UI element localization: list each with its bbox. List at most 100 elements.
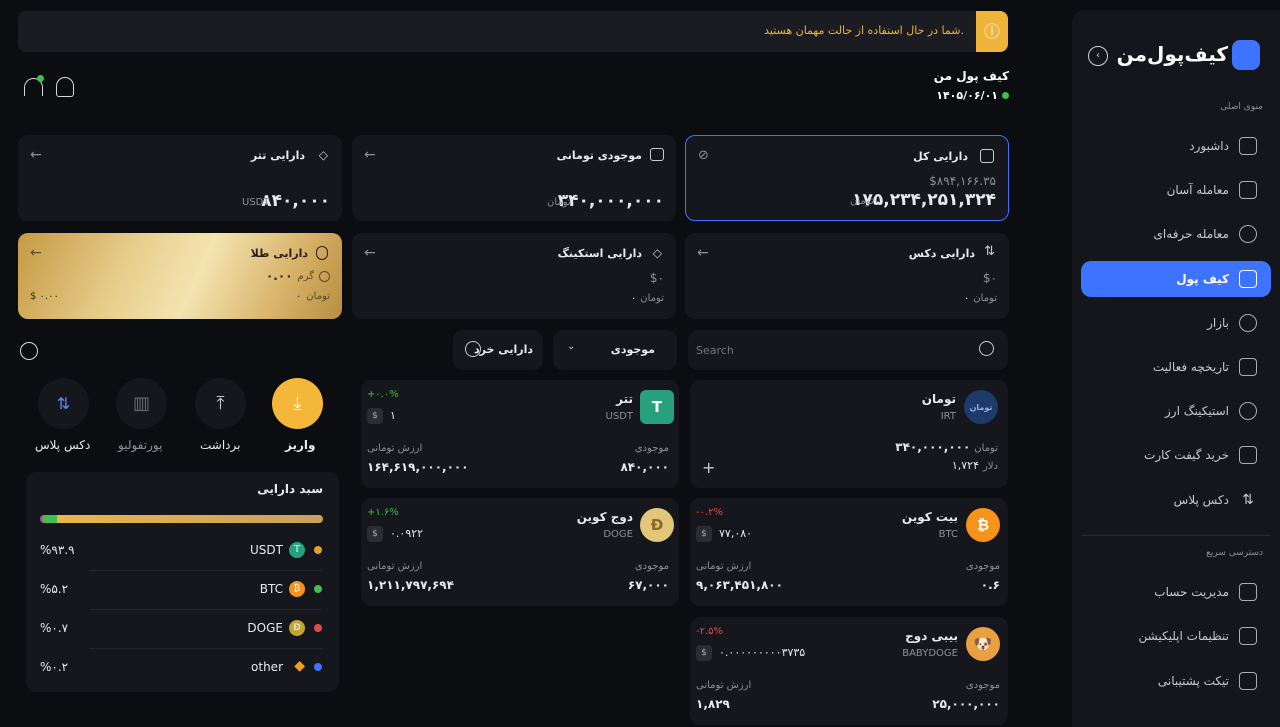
bell-icon[interactable] — [56, 77, 74, 97]
arrow-left-icon[interactable]: ← — [364, 245, 376, 261]
sidebar-item-easy-trade[interactable]: معامله آسان — [1081, 172, 1271, 208]
small-assets-toggle[interactable]: دارایی خرد — [453, 330, 543, 370]
coin-change: +۱.۶% — [367, 507, 399, 518]
dex-plus-button[interactable]: ⇅ — [38, 378, 89, 429]
legend-dot-btc — [314, 585, 322, 593]
deposit-label: واریز — [285, 438, 316, 452]
plus-icon[interactable]: + — [702, 458, 715, 477]
coin-card-usdt[interactable]: T تتر USDT +۰.۰% $ ۱ موجودی ۸۴۰,۰۰۰ ارزش… — [361, 380, 679, 488]
coin-card-babydoge[interactable]: 🐶 بیبی دوج BABYDOGE -۲.۵% $ ۰.۰۰۰۰۰۰۰۰۰۳… — [690, 617, 1008, 725]
hide-balance-icon[interactable]: ⊘ — [698, 148, 709, 163]
toman-balance-card[interactable]: موجودی تومانی ← ۳۴۰,۰۰۰,۰۰۰ تومان — [352, 135, 676, 221]
toman-logo-icon: تومان — [964, 390, 998, 424]
irt-usd-row: ۱,۷۲۴ دلار — [952, 459, 998, 472]
header-date: ۱۴۰۵/۰۶/۰۱ — [936, 89, 1009, 102]
gold-assets-card[interactable]: دارایی طلا ← ۰.۰۰ گرم ۰ تومان $ ۰.۰۰ — [18, 233, 342, 319]
collapse-sidebar-icon[interactable]: ‹ — [1088, 46, 1108, 66]
coin-symbol: BTC — [938, 529, 958, 540]
sidebar-divider — [1081, 535, 1271, 536]
usdt-icon: T — [289, 542, 305, 558]
online-dot — [1002, 92, 1009, 99]
sidebar-item-label: معامله حرفه‌ای — [1153, 227, 1229, 241]
basket-row-name: BTC — [259, 582, 283, 596]
legend-dot-usdt — [314, 546, 322, 554]
dex-value-row: ۰ تومان — [964, 293, 997, 304]
arrow-left-icon[interactable]: ← — [697, 245, 709, 261]
coin-name: بیت کوین — [901, 510, 958, 524]
tether-assets-card[interactable]: دارایی تتر ◇ ← ۸۴۰,۰۰۰ USDT — [18, 135, 342, 221]
sidebar-item-staking[interactable]: استیکینگ ارز — [1081, 393, 1271, 429]
coin-change: -۲.۵% — [696, 626, 724, 637]
gift-icon — [1239, 446, 1257, 464]
doge-icon: Ð — [289, 620, 305, 636]
date-text: ۱۴۰۵/۰۶/۰۱ — [936, 89, 998, 102]
brand-logo-icon — [1232, 40, 1260, 70]
coin-card-irt[interactable]: تومان تومان IRT ۳۴۰,۰۰۰,۰۰۰ تومان ۱,۷۲۴ … — [690, 380, 1008, 488]
deposit-button[interactable]: ⤓ — [272, 378, 323, 429]
basket-row-percent: %۰.۷ — [40, 621, 69, 635]
coin-card-btc[interactable]: ₿ بیت کوین BTC -۰.۲% $ ۷۷,۰۸۰ موجودی ۰.۶… — [690, 498, 1008, 606]
gold-gram-unit: گرم — [297, 270, 314, 282]
search-box[interactable] — [688, 330, 1008, 370]
staking-value-row: ۰ تومان — [631, 293, 664, 304]
sidebar-item-support[interactable]: تیکت پشتیبانی — [1081, 663, 1271, 699]
gold-usd: $ ۰.۰۰ — [30, 291, 59, 302]
balance-label: موجودی — [634, 561, 669, 572]
diamond-icon: ◇ — [652, 246, 662, 260]
dollar-icon: $ — [367, 408, 383, 424]
basket-row-name: other — [251, 660, 283, 674]
sidebar-item-label: خرید گیفت کارت — [1144, 448, 1229, 462]
sidebar-item-pro-trade[interactable]: معامله حرفه‌ای — [1081, 216, 1271, 252]
sidebar-item-history[interactable]: تاریخچه فعالیت — [1081, 349, 1271, 385]
dex-assets-card[interactable]: دارایی دکس ⇅ ← $۰ ۰ تومان — [685, 233, 1009, 319]
support-24-icon — [1239, 672, 1257, 690]
withdraw-button[interactable]: ⤒ — [195, 378, 246, 429]
sidebar-item-gift-card[interactable]: خرید گیفت کارت — [1081, 437, 1271, 473]
gold-gram-row: ۰.۰۰ گرم — [266, 269, 330, 283]
sidebar: کیف‌پول‌من ‹ منوی اصلی داشبورد معامله آس… — [1072, 10, 1280, 727]
card-title: دارایی کل — [913, 150, 968, 163]
sidebar-item-dex-plus[interactable]: دکس پلاس ⇅ — [1081, 482, 1271, 518]
main-menu-title: منوی اصلی — [1220, 102, 1263, 112]
coin-card-doge[interactable]: Ð دوج کوین DOGE +۱.۶% $ ۰.۰۹۲۲ موجودی ۶۷… — [361, 498, 679, 606]
basket-row-percent: %۹۳.۹ — [40, 543, 75, 557]
bitcoin-logo-icon: ₿ — [966, 508, 1000, 542]
staking-assets-card[interactable]: دارایی استکینگ ◇ ← $۰ ۰ تومان — [352, 233, 676, 319]
value-label: ارزش تومانی — [367, 443, 423, 454]
search-input[interactable] — [696, 338, 966, 362]
market-icon — [1239, 314, 1257, 332]
value-label: ارزش تومانی — [696, 561, 752, 572]
staking-value: ۰ — [630, 293, 637, 304]
swap-arrows-icon: ⇅ — [1242, 492, 1254, 508]
sidebar-item-settings[interactable]: تنظیمات اپلیکیشن — [1081, 618, 1271, 654]
arrow-left-icon[interactable]: ← — [30, 245, 42, 261]
doge-logo-icon: Ð — [640, 508, 674, 542]
sidebar-item-wallet[interactable]: کیف پول — [1081, 261, 1271, 297]
sidebar-item-account[interactable]: مدیریت حساب — [1081, 574, 1271, 610]
sidebar-item-label: استیکینگ ارز — [1165, 404, 1229, 418]
value-label: ارزش تومانی — [367, 561, 423, 572]
id-card-icon — [1239, 583, 1257, 601]
chevron-down-icon: ⌄ — [567, 341, 576, 352]
coin-price: ۰.۰۹۲۲ — [390, 527, 424, 540]
irt-balance-row: ۳۴۰,۰۰۰,۰۰۰ تومان — [895, 440, 998, 454]
settings-gear-icon[interactable] — [20, 342, 38, 360]
balance-label: موجودی — [965, 561, 1000, 572]
sidebar-item-dashboard[interactable]: داشبورد — [1081, 128, 1271, 164]
balance-select[interactable]: موجودی ⌄ — [553, 330, 677, 370]
arrow-left-icon[interactable]: ← — [364, 147, 376, 163]
sidebar-item-label: مدیریت حساب — [1154, 585, 1229, 599]
babydoge-logo-icon: 🐶 — [966, 627, 1000, 661]
staking-usd: $۰ — [649, 271, 664, 285]
card-title: موجودی تومانی — [556, 149, 642, 162]
arrow-left-icon[interactable]: ← — [30, 147, 42, 163]
coin-value: ۱,۲۱۱,۷۹۷,۶۹۴ — [367, 578, 454, 592]
card-title: دارایی تتر — [250, 149, 305, 162]
coin-name: بیبی دوج — [905, 629, 958, 643]
total-assets-card[interactable]: دارایی کل ⊘ $۸۹۴,۱۶۶.۳۵ ۱۷۵,۲۳۴,۲۵۱,۳۲۴ … — [685, 135, 1009, 221]
btc-icon: ₿ — [289, 581, 305, 597]
row-divider — [90, 648, 322, 649]
portfolio-button[interactable]: ▥ — [116, 378, 167, 429]
sidebar-item-market[interactable]: بازار — [1081, 305, 1271, 341]
allocation-segment-btc — [42, 515, 58, 523]
